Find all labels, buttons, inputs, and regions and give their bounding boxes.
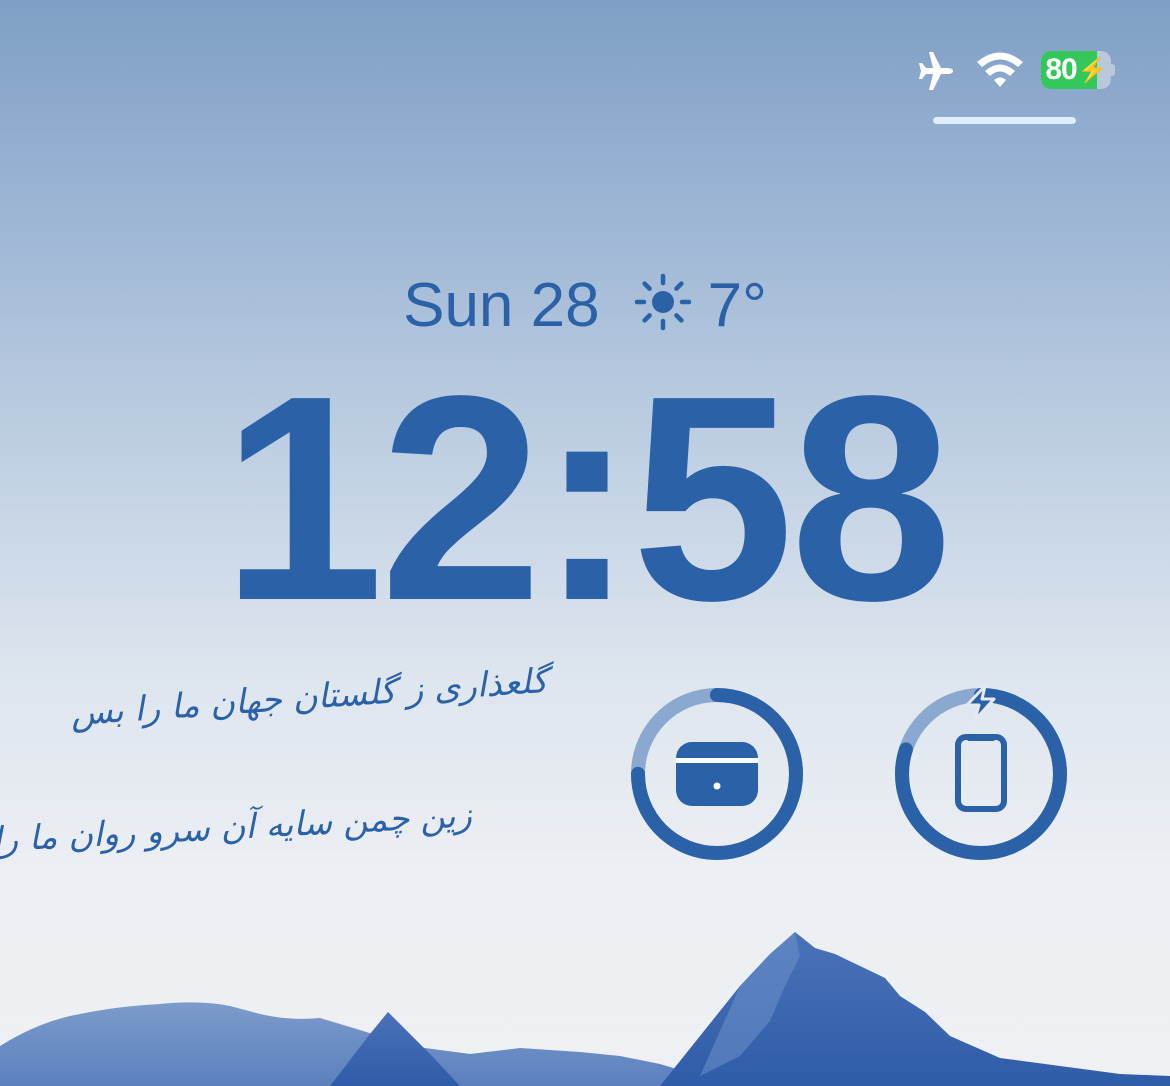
- status-bar-underline: [933, 117, 1076, 124]
- battery-percent: 80: [1045, 53, 1077, 86]
- date-label: Sun 28: [403, 271, 600, 341]
- airplane-icon: [913, 50, 959, 90]
- date-weather-widget[interactable]: Sun 28 7°: [0, 266, 1170, 341]
- iphone-icon: [955, 734, 1007, 812]
- earbuds-case-icon: [676, 742, 758, 806]
- temperature-label: 7°: [707, 271, 767, 341]
- lock-screen-clock: 12:58: [221, 335, 953, 661]
- battery-label: 80 ⚡: [1041, 51, 1111, 89]
- bolt-icon: [965, 684, 996, 722]
- wifi-icon: [975, 51, 1025, 89]
- poem-line-1: گلعذاری ز گلستان جهان ما را بس: [69, 660, 550, 735]
- earbuds-battery-widget[interactable]: [627, 684, 807, 864]
- sun-icon: [634, 273, 692, 331]
- battery-indicator: 80 ⚡: [1041, 51, 1115, 89]
- mountain-silhouette: [0, 932, 1170, 1086]
- poem-line-2: زین چمن سایه آن سرو روان ما را بس: [0, 795, 473, 863]
- battery-nub: [1111, 64, 1115, 76]
- phone-battery-widget[interactable]: [891, 684, 1071, 864]
- status-bar: 80 ⚡: [913, 50, 1115, 90]
- charging-bolt-icon: ⚡: [1077, 56, 1108, 84]
